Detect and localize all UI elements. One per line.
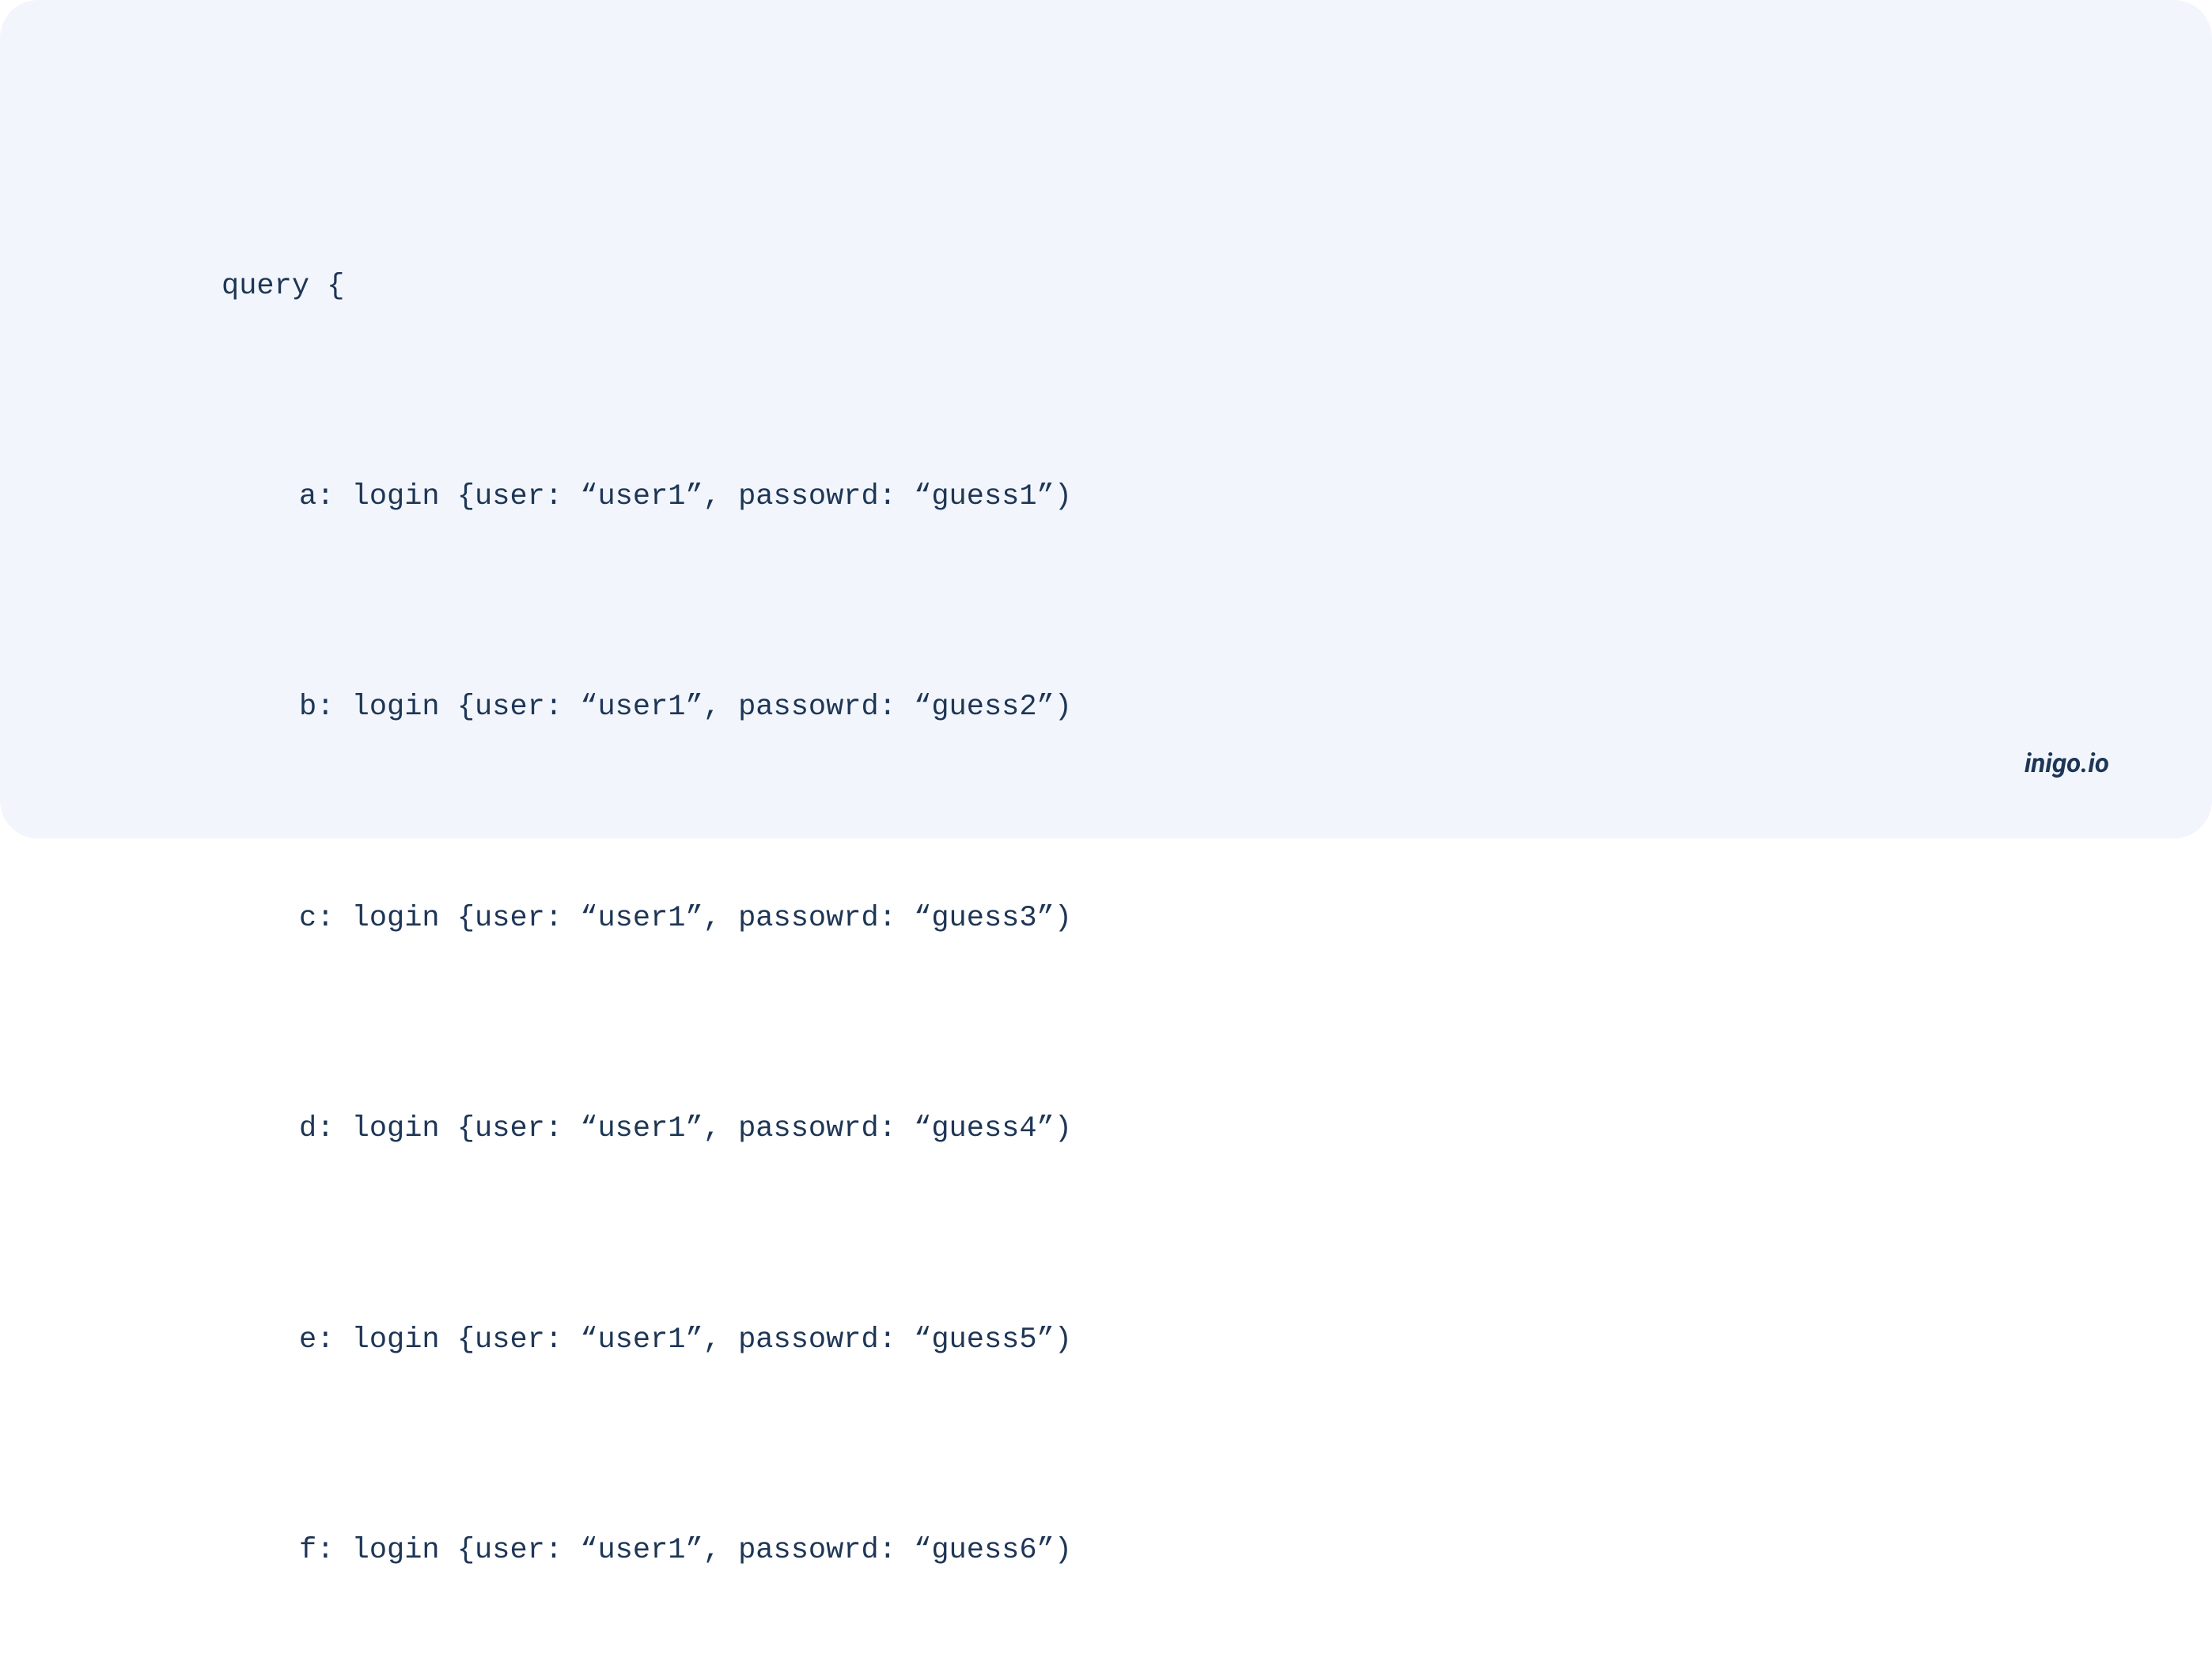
code-line-a: a: login {user: “user1”, passowrd: “gues…: [222, 462, 1990, 532]
code-panel: query { a: login {user: “user1”, passowr…: [0, 0, 2212, 838]
code-line-open: query {: [222, 252, 1990, 322]
code-block: query { a: login {user: “user1”, passowr…: [222, 111, 1990, 1677]
code-line-f: f: login {user: “user1”, passowrd: “gues…: [222, 1516, 1990, 1586]
code-line-e: e: login {user: “user1”, passowrd: “gues…: [222, 1305, 1990, 1376]
code-line-c: c: login {user: “user1”, passowrd: “gues…: [222, 884, 1990, 954]
code-line-b: b: login {user: “user1”, passowrd: “gues…: [222, 672, 1990, 743]
watermark: inigo.io: [2025, 748, 2109, 779]
code-line-d: d: login {user: “user1”, passowrd: “gues…: [222, 1094, 1990, 1164]
